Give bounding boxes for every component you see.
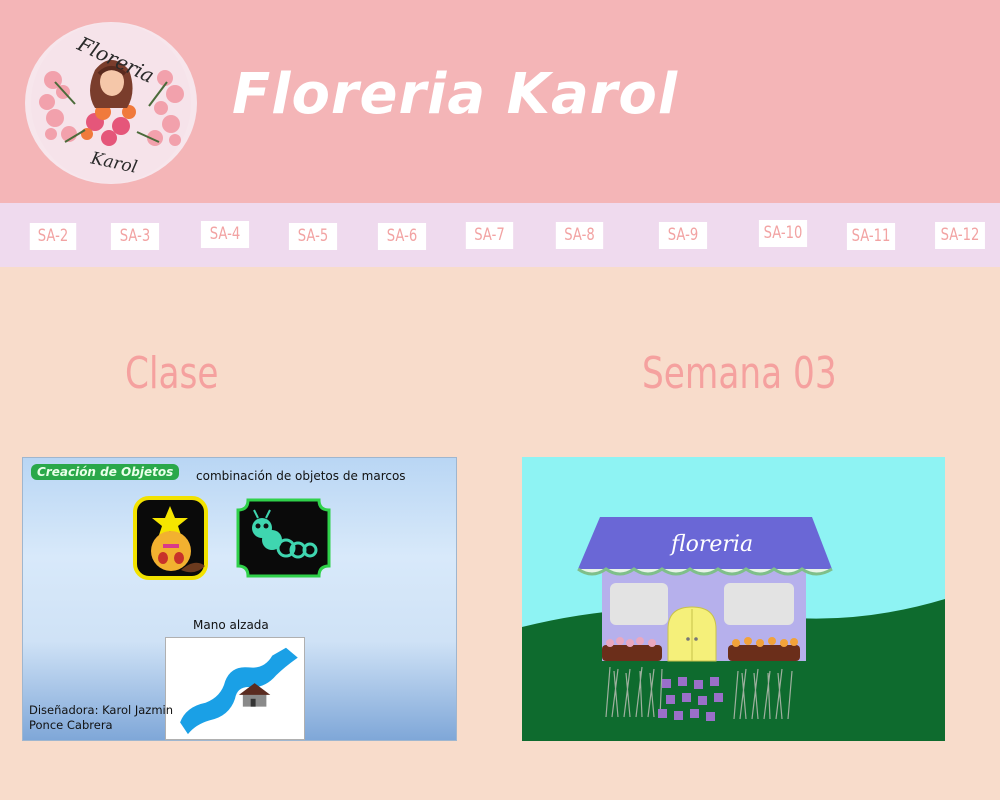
floreria-logo[interactable]: Floreria Karol [25, 22, 197, 184]
nav-item-sa-6[interactable]: SA-6 [377, 223, 427, 250]
star-face-frame [133, 496, 208, 580]
nav-item-sa-3[interactable]: SA-3 [110, 223, 160, 250]
nav-item-sa-12[interactable]: SA-12 [935, 222, 985, 249]
creation-badge: Creación de Objetos [31, 464, 180, 480]
flower-shop-image[interactable]: floreria [522, 457, 945, 741]
class-slide-image[interactable]: Creación de Objetos combinación de objet… [22, 457, 457, 741]
site-title: Floreria Karol [232, 62, 679, 127]
nav-item-sa-2[interactable]: SA-2 [29, 223, 77, 250]
site-header: Floreria Karol Floreria Karol [0, 0, 1000, 203]
flower-shop-drawing: floreria [522, 457, 945, 741]
designer-line-1: Diseñadora: Karol Jazmin [29, 703, 174, 717]
nav-item-sa-4[interactable]: SA-4 [200, 221, 250, 248]
shop-sign-text: floreria [669, 532, 753, 557]
nav-item-sa-7[interactable]: SA-7 [465, 222, 514, 249]
logo-artwork: Floreria Karol [31, 23, 191, 183]
nav-item-sa-5[interactable]: SA-5 [288, 223, 338, 250]
designer-credit: Diseñadora: Karol Jazmin Ponce Cabrera [29, 703, 179, 733]
hand-drawn-box [165, 637, 305, 740]
caterpillar-frame [236, 498, 331, 578]
nav-item-sa-11[interactable]: SA-11 [846, 223, 896, 250]
class-heading: Clase [125, 348, 219, 399]
designer-line-2: Ponce Cabrera [29, 718, 113, 732]
nav-bar: SA-2 SA-3 SA-4 SA-5 SA-6 SA-7 SA-8 SA-9 … [0, 203, 1000, 267]
nav-item-sa-10[interactable]: SA-10 [758, 220, 808, 247]
nav-item-sa-9[interactable]: SA-9 [658, 222, 708, 249]
week-heading: Semana 03 [642, 348, 837, 399]
combo-label: combinación de objetos de marcos [196, 469, 406, 483]
nav-item-sa-8[interactable]: SA-8 [555, 222, 604, 249]
river-drawing [180, 647, 298, 735]
hand-drawn-label: Mano alzada [193, 618, 269, 632]
